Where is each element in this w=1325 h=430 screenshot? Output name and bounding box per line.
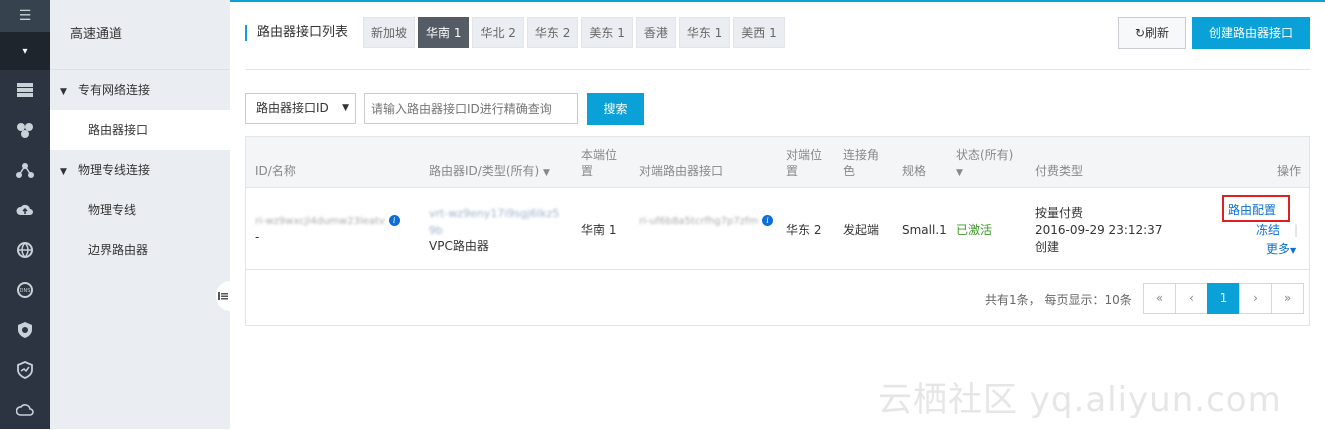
region-tabs: 新加坡 华南 1 华北 2 华东 2 美东 1 香港 华东 1 美西 1 (363, 17, 785, 48)
caret-down-icon: ▼ (60, 152, 78, 192)
refresh-label: 刷新 (1145, 26, 1169, 40)
filter-caret-icon: ▼ (543, 168, 550, 178)
row-peer-cell: ri-uf6b8a5tcrfhg7p7zfm i (639, 212, 774, 230)
row-router-type: VPC路由器 (429, 238, 489, 254)
row-peer-position: 华东 2 (786, 222, 821, 238)
row-router-id[interactable]: vrt-wz9eny17i9sgj6lkz59b (429, 207, 559, 237)
more-label: 更多 (1266, 242, 1290, 256)
region-tab-east-china-2[interactable]: 华东 2 (527, 17, 578, 48)
pagination-summary: 共有1条， 每页显示：10条 (985, 291, 1132, 308)
row-role: 发起端 (843, 222, 879, 238)
icon-sidebar: ☰ ▾ DNS (0, 0, 50, 429)
row-interface-id: ri-wz9wxcjl4dumw23leatv (255, 216, 385, 227)
sidebar-title: 高速通道 (50, 0, 230, 70)
region-tab-hong-kong[interactable]: 香港 (636, 17, 676, 48)
first-page-button[interactable]: « (1143, 283, 1176, 314)
caret-down-icon: ▼ (60, 72, 78, 112)
network-icon[interactable] (0, 150, 50, 190)
sidebar-collapse-handle[interactable] (216, 281, 230, 311)
row-name: - (255, 229, 259, 245)
col-peer-interface: 对端路由器接口 (639, 163, 723, 179)
svg-text:DNS: DNS (20, 288, 31, 294)
next-page-button[interactable]: › (1239, 283, 1272, 314)
security-icon[interactable] (0, 350, 50, 390)
row-id-cell: ri-wz9wxcjl4dumw23leatv i (255, 212, 400, 230)
dropdown-arrow-icon: ▼ (342, 94, 349, 123)
col-status-filter[interactable]: 状态(所有) ▼ (956, 147, 1013, 181)
page-header: 路由器接口列表 新加坡 华南 1 华北 2 华东 2 美东 1 香港 华东 1 … (245, 17, 1310, 49)
region-tab-north-china-2[interactable]: 华北 2 (472, 17, 523, 48)
row-billing-time: 2016-09-29 23:12:37 (1035, 222, 1162, 238)
sidebar-group-label: 物理专线连接 (78, 163, 150, 177)
freeze-link[interactable]: 冻结 (1256, 222, 1280, 238)
region-tab-us-east-1[interactable]: 美东 1 (581, 17, 632, 48)
col-router-filter[interactable]: 路由器ID/类型(所有) ▼ (429, 163, 550, 181)
select-value: 路由器接口ID (256, 101, 329, 115)
collapse-toggle[interactable]: ▾ (0, 32, 50, 70)
sidebar-item-physical-line[interactable]: 物理专线 (50, 190, 230, 230)
search-field-select[interactable]: 路由器接口ID ▼ (245, 93, 356, 124)
chevron-down-icon: ▼ (1290, 246, 1296, 255)
row-billing-type: 按量付费 (1035, 205, 1083, 221)
row-router-cell: vrt-wz9eny17i9sgj6lkz59b (429, 205, 564, 239)
sidebar-item-border-router[interactable]: 边界路由器 (50, 230, 230, 270)
col-router-label: 路由器ID/类型(所有) (429, 164, 539, 178)
cloud-icon[interactable] (0, 390, 50, 430)
secondary-sidebar: 高速通道 ▼专有网络连接 路由器接口 ▼物理专线连接 物理专线 边界路由器 (50, 0, 230, 429)
sidebar-group-label: 专有网络连接 (78, 83, 150, 97)
region-tab-south-china-1[interactable]: 华南 1 (418, 17, 469, 48)
main-content: 路由器接口列表 新加坡 华南 1 华北 2 华东 2 美东 1 香港 华东 1 … (230, 0, 1325, 429)
cloud-upload-icon[interactable] (0, 190, 50, 230)
cluster-icon[interactable] (0, 110, 50, 150)
search-input[interactable] (364, 93, 578, 124)
page-1-button[interactable]: 1 (1207, 283, 1240, 314)
filter-caret-icon: ▼ (956, 168, 963, 178)
server-icon[interactable] (0, 70, 50, 110)
col-id-name: ID/名称 (255, 163, 296, 179)
status-badge: 已激活 (956, 222, 992, 238)
row-local-position: 华南 1 (581, 222, 616, 238)
region-tab-east-china-1[interactable]: 华东 1 (679, 17, 730, 48)
search-button[interactable]: 搜索 (587, 93, 644, 125)
col-spec: 规格 (902, 163, 926, 179)
col-operations: 操作 (1277, 163, 1301, 179)
row-spec: Small.1 (902, 222, 947, 238)
globe-icon[interactable] (0, 230, 50, 270)
op-separator: | (1294, 222, 1298, 238)
route-config-link[interactable]: 路由配置 (1228, 202, 1276, 218)
menu-icon[interactable]: ☰ (0, 0, 50, 32)
sidebar-group-physical-connection[interactable]: ▼物理专线连接 (50, 150, 230, 190)
region-tab-us-west-1[interactable]: 美西 1 (733, 17, 784, 48)
pagination: « ‹ 1 › » (1144, 283, 1304, 314)
row-peer-interface: ri-uf6b8a5tcrfhg7p7zfm (639, 216, 758, 227)
accent-top-line (230, 0, 1325, 2)
more-dropdown[interactable]: 更多▼ (1266, 241, 1296, 259)
router-interface-table: ID/名称 路由器ID/类型(所有) ▼ 本端位 置 对端路由器接口 对端位 置… (245, 136, 1310, 326)
refresh-icon: ↻ (1135, 26, 1145, 40)
watermark: 云栖社区 yq.aliyun.com (878, 372, 1282, 421)
header-divider (245, 69, 1310, 70)
refresh-button[interactable]: ↻刷新 (1118, 17, 1186, 49)
page-title: 路由器接口列表 (245, 25, 348, 41)
table-header: ID/名称 路由器ID/类型(所有) ▼ 本端位 置 对端路由器接口 对端位 置… (246, 137, 1309, 188)
create-router-interface-button[interactable]: 创建路由器接口 (1192, 17, 1310, 49)
sidebar-group-vpc-connection[interactable]: ▼专有网络连接 (50, 70, 230, 110)
col-billing: 付费类型 (1035, 163, 1083, 179)
info-icon[interactable]: i (389, 215, 400, 226)
row-billing-note: 创建 (1035, 239, 1059, 255)
dns-icon[interactable]: DNS (0, 270, 50, 310)
last-page-button[interactable]: » (1271, 283, 1304, 314)
info-icon[interactable]: i (762, 215, 773, 226)
col-peer-position: 对端位 置 (786, 147, 826, 179)
collapse-sidebar-icon (218, 291, 228, 301)
col-local-position: 本端位 置 (581, 147, 621, 179)
shield-icon[interactable] (0, 310, 50, 350)
col-status-label: 状态(所有) (956, 148, 1013, 162)
region-tab-singapore[interactable]: 新加坡 (363, 17, 415, 48)
sidebar-item-router-interface[interactable]: 路由器接口 (50, 110, 230, 150)
prev-page-button[interactable]: ‹ (1175, 283, 1208, 314)
row-divider (246, 269, 1309, 270)
col-role: 连接角 色 (843, 147, 883, 179)
